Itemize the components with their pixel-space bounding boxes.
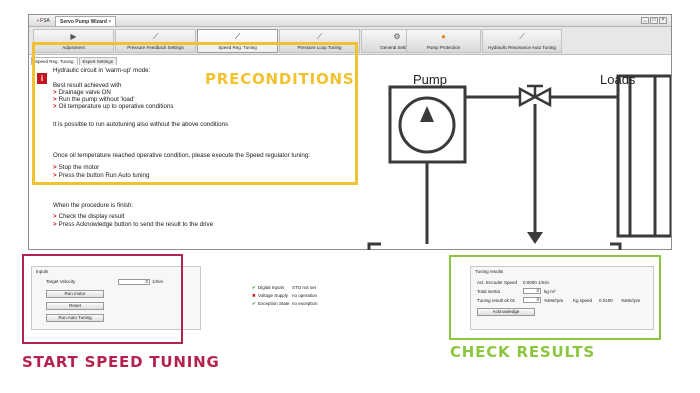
status-exception-state: ✔ Exception State no exception	[252, 301, 318, 306]
start-speed-tuning-box	[22, 254, 183, 344]
hydraulic-diagram: Pump Loads	[367, 72, 671, 250]
drain-arrow	[527, 232, 543, 244]
valve-right	[532, 86, 552, 108]
app-logo-icon: ▪	[37, 18, 39, 24]
finish-text: When the procedure is finish:	[53, 202, 134, 209]
check-results-callout: CHECK RESULTS	[450, 343, 595, 361]
preconditions-callout: PRECONDITIONS	[205, 70, 355, 88]
loads-label: Loads	[600, 72, 636, 87]
close-button[interactable]: ×	[659, 17, 667, 24]
finish-step: > Press Acknowledge button to send the re…	[53, 221, 214, 228]
tank-left	[367, 242, 381, 250]
maximize-button[interactable]: □	[650, 17, 658, 24]
loads-cylinder	[616, 74, 671, 238]
wizard-tab[interactable]: Servo Pump Wizard ×	[55, 16, 117, 26]
tool-hydraulic-resonance[interactable]: ⟋ Hydraulic Resonance Auto Tuning	[482, 29, 562, 53]
tool-pump-protection[interactable]: ● Pump Protection	[406, 29, 481, 53]
status-voltage-supply: ✖ Voltage Supply no operation	[252, 293, 318, 298]
minimize-button[interactable]: _	[641, 17, 649, 24]
app-tab-label: FSA	[40, 18, 50, 24]
wizard-tab-label: Servo Pump Wizard	[60, 19, 107, 25]
status-digital-inputs: ✔ Digital Inputs STO not set	[252, 285, 316, 290]
tank-right	[610, 242, 622, 250]
title-bar: ▪ FSA Servo Pump Wizard × _ □ ×	[29, 15, 671, 27]
preconditions-box	[32, 42, 358, 185]
start-speed-tuning-callout: START SPEED TUNING	[22, 353, 220, 371]
shield-icon: ●	[441, 32, 446, 41]
pump-label: Pump	[413, 72, 447, 87]
check-results-box	[449, 255, 661, 340]
chart-icon: ⟋	[519, 32, 525, 41]
finish-step: > Check the display result	[53, 213, 125, 220]
app-tab[interactable]: ▪ FSA	[33, 16, 54, 26]
pump-arrow	[420, 106, 434, 122]
